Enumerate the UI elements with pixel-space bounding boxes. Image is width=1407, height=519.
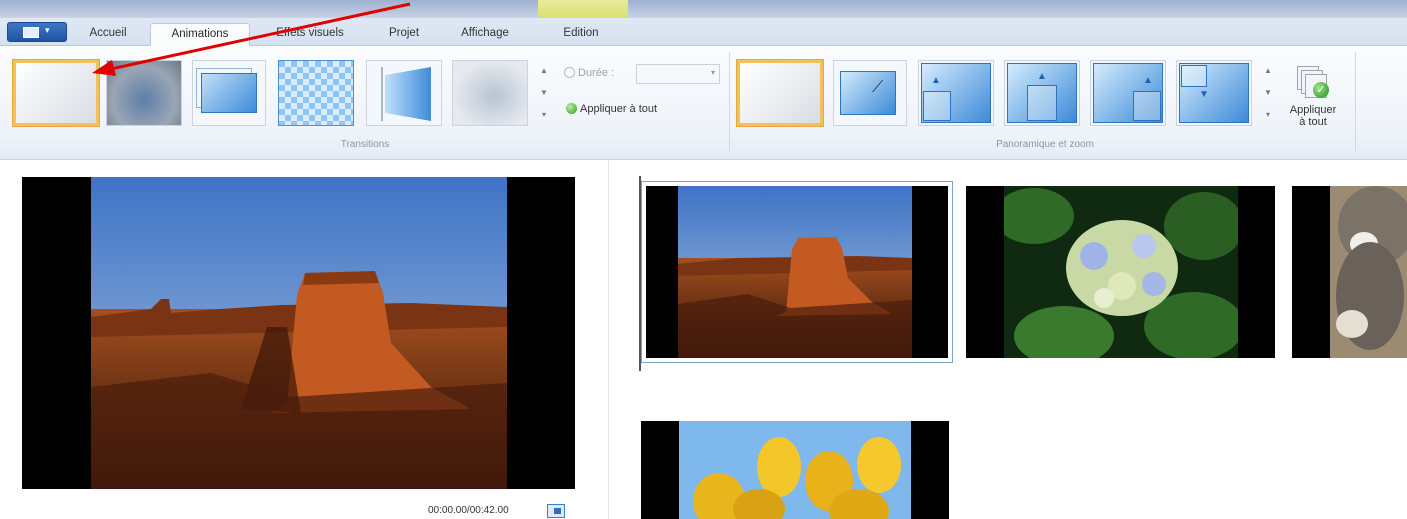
- apply-to-all-icon: ✓: [1295, 66, 1331, 102]
- apply-all-label-line2: à tout: [1299, 116, 1327, 128]
- transition-blur-thumb[interactable]: [106, 60, 182, 126]
- clock-icon: [564, 67, 575, 78]
- panzoom-group-label: Panoramique et zoom: [996, 139, 1094, 150]
- pan-vertical-thumb[interactable]: ▼: [1176, 60, 1252, 126]
- pan-up-center-thumb[interactable]: ▲: [1004, 60, 1080, 126]
- ribbon-tab-row: ▾ Accueil Animations Effets visuels Proj…: [0, 18, 1407, 46]
- transitions-apply-all-button[interactable]: Appliquer à tout: [566, 103, 657, 115]
- tab-accueil[interactable]: Accueil: [78, 23, 138, 46]
- clip-thumbnail-hydrangea: [1004, 186, 1238, 358]
- preview-timecode: 00:00.00/00:42.00: [428, 505, 509, 516]
- title-bar: [0, 0, 1407, 18]
- scroll-up-icon[interactable]: ▲: [1262, 60, 1274, 82]
- tab-edition[interactable]: Edition: [545, 23, 617, 46]
- pan-up-left-thumb[interactable]: ▲: [918, 60, 994, 126]
- transition-door-thumb[interactable]: [366, 60, 442, 126]
- panzoom-gallery-scroll[interactable]: ▲ ▼ ▾: [1262, 60, 1274, 126]
- tab-affichage[interactable]: Affichage: [443, 23, 527, 46]
- transitions-group-label: Transitions: [340, 139, 390, 150]
- door-hinge: [381, 67, 383, 121]
- chevron-down-icon: ▾: [45, 25, 50, 35]
- storyboard-clip-desert[interactable]: [641, 181, 953, 363]
- tab-projet[interactable]: Projet: [372, 23, 436, 46]
- duration-dropdown[interactable]: ▾: [636, 64, 720, 84]
- ribbon: ▲ ▼ ▾ Durée : ▾ Appliquer à tout Transit…: [0, 46, 1407, 160]
- transition-checkerboard-thumb[interactable]: [278, 60, 354, 126]
- apply-all-label-line1: Appliquer: [1289, 104, 1337, 116]
- tab-effets-visuels[interactable]: Effets visuels: [258, 23, 362, 46]
- door-panel: [385, 67, 431, 121]
- clip-thumbnail-tulips: [679, 421, 911, 519]
- preview-monitor[interactable]: [22, 177, 575, 489]
- pan-target-frame: [1133, 91, 1161, 121]
- pan-target-frame: [923, 91, 951, 121]
- group-separator: [1355, 52, 1356, 152]
- scroll-up-icon[interactable]: ▲: [538, 60, 550, 82]
- contextual-tab-header: [538, 0, 628, 18]
- transitions-gallery-scroll[interactable]: ▲ ▼ ▾: [538, 60, 550, 126]
- chevron-down-icon: ▾: [710, 68, 715, 77]
- slide-front-frame: [201, 73, 257, 113]
- transition-none-thumb[interactable]: [13, 60, 99, 126]
- storyboard-clip-hydrangea[interactable]: [966, 186, 1275, 358]
- storyboard-clip-koala[interactable]: [1292, 186, 1407, 358]
- apply-icon: [566, 103, 577, 114]
- group-separator: [729, 52, 730, 152]
- pan-up-right-thumb[interactable]: ▲: [1090, 60, 1166, 126]
- panzoom-apply-all-button[interactable]: ✓ Appliquer à tout: [1281, 66, 1345, 128]
- pan-none-thumb[interactable]: [737, 60, 823, 126]
- transition-slide-thumb[interactable]: [192, 60, 266, 126]
- arrow-down-icon: ▼: [1199, 89, 1209, 100]
- fullscreen-button[interactable]: [547, 504, 565, 518]
- tab-animations[interactable]: Animations: [150, 23, 250, 46]
- pan-target-frame: [1027, 85, 1057, 121]
- pan-target-frame: [1181, 65, 1207, 87]
- storyboard-insertion-cursor: [639, 176, 641, 371]
- gallery-more-icon[interactable]: ▾: [1262, 104, 1274, 126]
- preview-photo-desert: [91, 177, 507, 489]
- gallery-more-icon[interactable]: ▾: [538, 104, 550, 126]
- arrow-up-icon: ▲: [931, 75, 941, 86]
- pan-auto-thumb[interactable]: ⟋: [833, 60, 907, 126]
- scroll-down-icon[interactable]: ▼: [538, 82, 550, 104]
- pane-divider[interactable]: [608, 160, 609, 519]
- duration-label: Durée :: [564, 67, 614, 79]
- magic-wand-icon: ⟋: [872, 79, 884, 96]
- arrow-up-icon: ▲: [1037, 71, 1047, 82]
- clip-thumbnail-desert: [678, 186, 912, 358]
- storyboard-clip-tulips[interactable]: [641, 421, 949, 519]
- pan-auto-frame: [840, 71, 896, 115]
- document-icon: [23, 27, 39, 38]
- clip-thumbnail-koala: [1330, 186, 1407, 358]
- application-menu-button[interactable]: ▾: [7, 22, 67, 42]
- scroll-down-icon[interactable]: ▼: [1262, 82, 1274, 104]
- arrow-up-icon: ▲: [1143, 75, 1153, 86]
- transition-fade-thumb[interactable]: [452, 60, 528, 126]
